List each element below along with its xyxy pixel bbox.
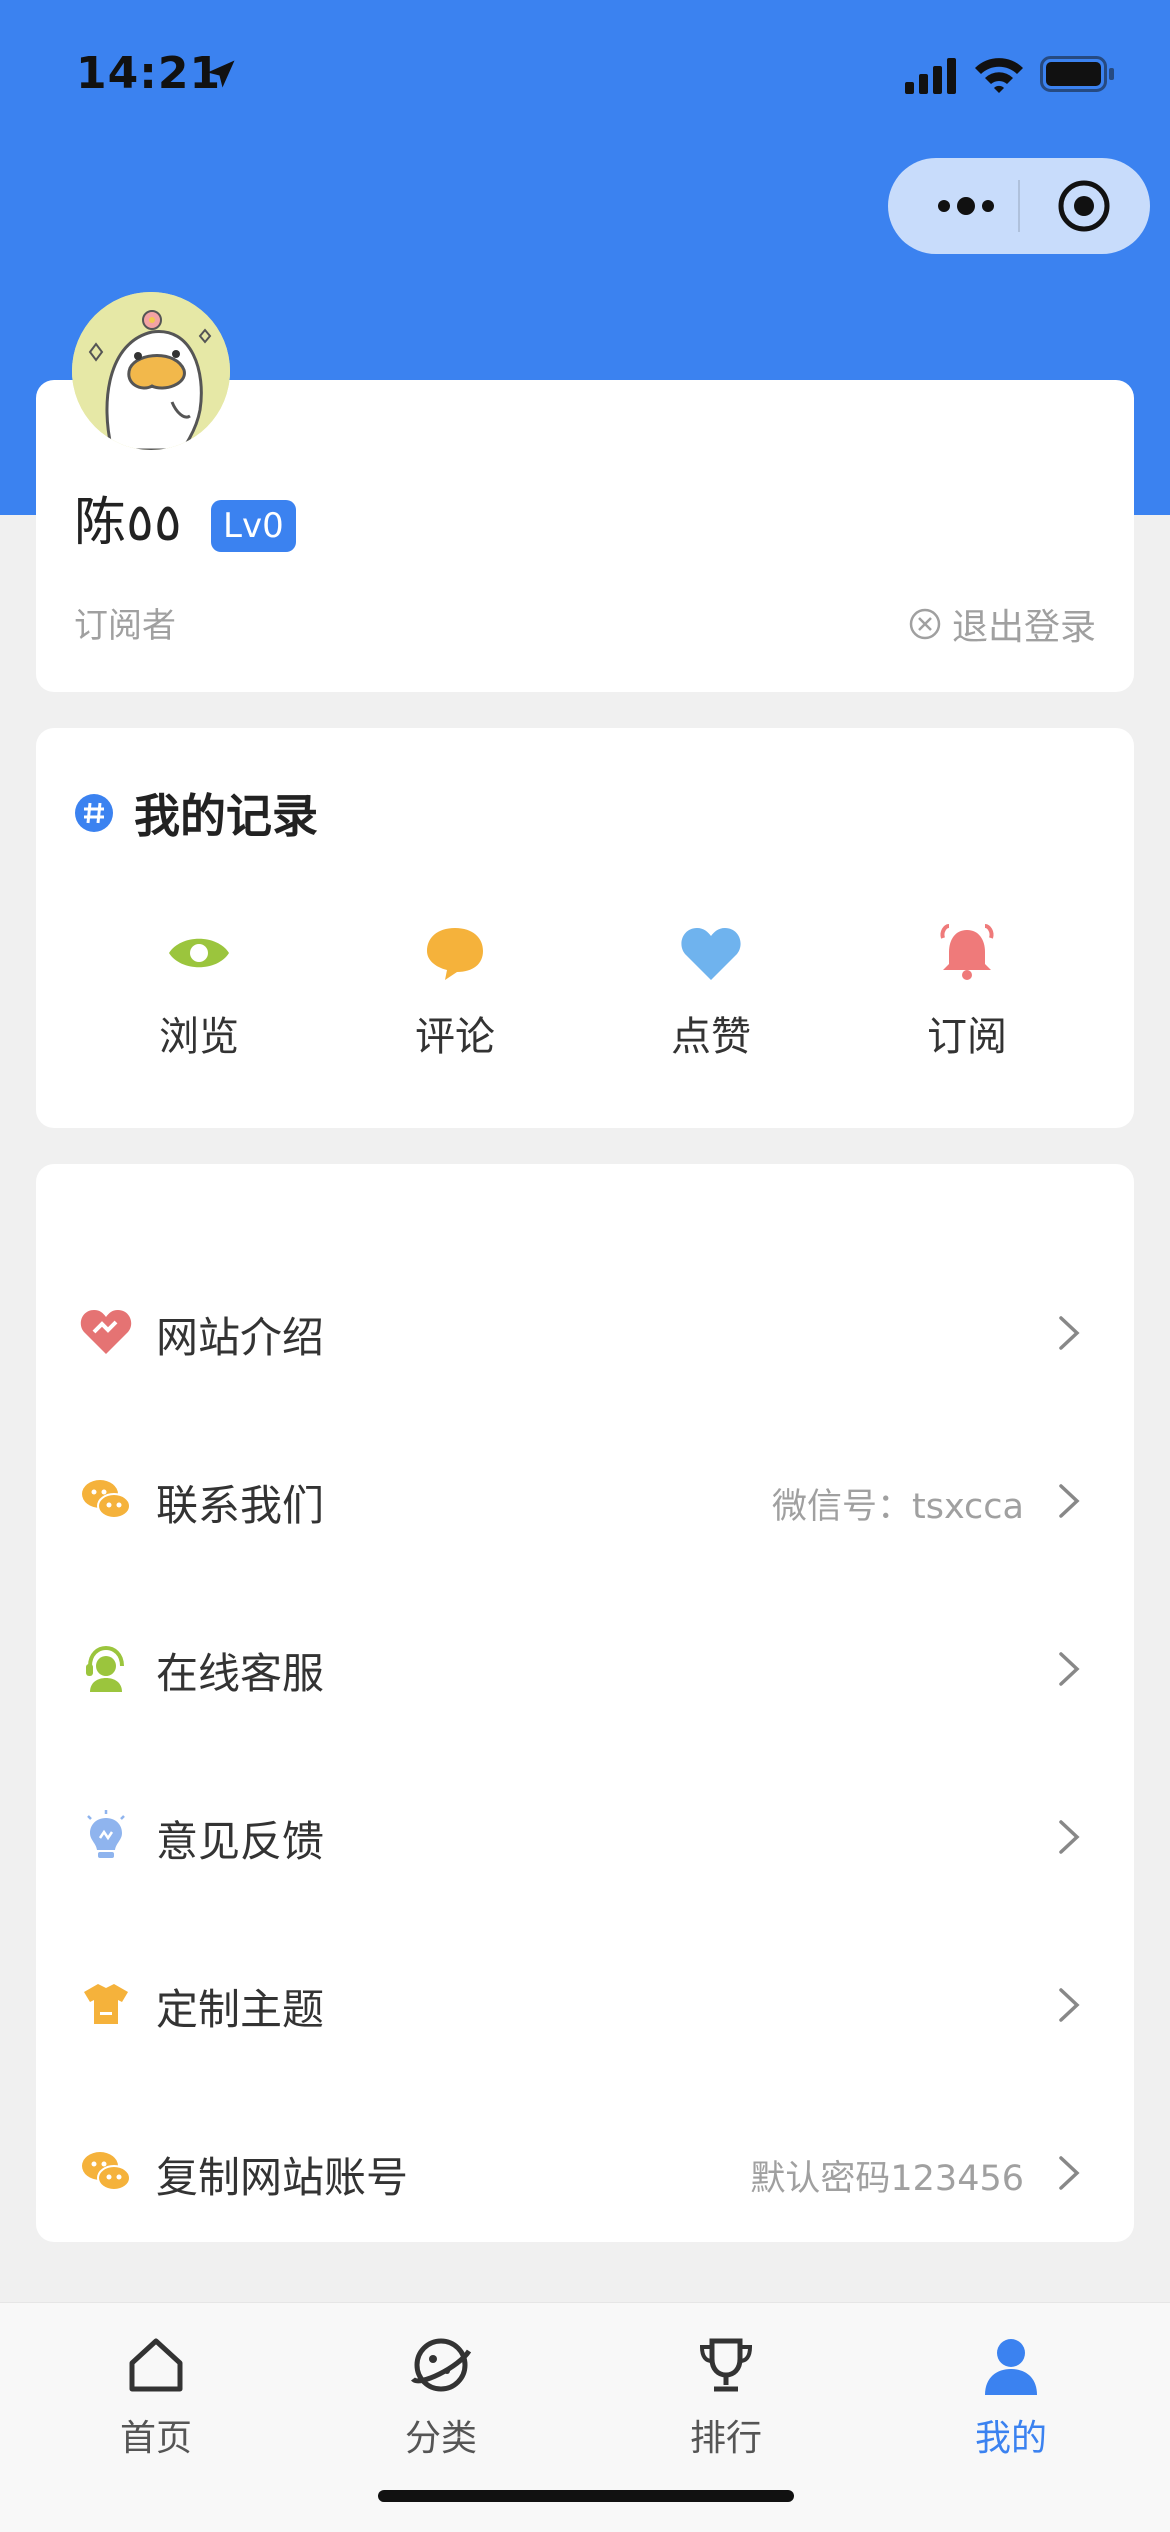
- user-icon: [985, 2339, 1037, 2395]
- status-bar: 14:21: [0, 0, 1170, 150]
- chevron-right-icon: [1059, 1484, 1080, 1518]
- hashtag-icon: [75, 794, 113, 832]
- wechat-id: 微信号：tsxcca: [772, 1487, 1024, 1527]
- avatar[interactable]: [72, 292, 230, 450]
- cellular-signal-icon: [905, 58, 956, 94]
- status-time: 14:21: [76, 48, 222, 99]
- chevron-right-icon: [1059, 1316, 1080, 1350]
- record-item-subscribe[interactable]: 订阅: [877, 924, 1057, 1062]
- logout-label: 退出登录: [951, 607, 1096, 648]
- chevron-right-icon: [1059, 1652, 1080, 1686]
- default-password: 默认密码123456: [750, 2159, 1024, 2199]
- battery-icon: [1040, 56, 1114, 92]
- trophy-icon: [699, 2338, 753, 2392]
- tab-mine[interactable]: 我的: [921, 2333, 1101, 2461]
- capsule-divider: [1018, 180, 1020, 232]
- comment-icon: [427, 928, 483, 980]
- menu-label: 意见反馈: [156, 1817, 325, 1866]
- customer-service-icon: [86, 1645, 124, 1692]
- menu-card: 网站介绍 联系我们 微信号：tsxcca 在线客服 意见反馈 定制主题 复制网站…: [36, 1164, 1134, 2242]
- record-label: 点赞: [671, 1014, 751, 1060]
- chevron-right-icon: [1059, 1820, 1080, 1854]
- tshirt-icon: [84, 1984, 128, 2024]
- records-grid: 浏览 评论 点赞 订阅: [36, 924, 1134, 1084]
- home-icon: [129, 2338, 183, 2392]
- close-circle-icon: [909, 608, 941, 640]
- menu-item-feedback[interactable]: 意见反馈: [36, 1786, 1134, 1886]
- tab-label: 分类: [404, 2418, 477, 2459]
- username: 陈٥٥: [74, 493, 182, 553]
- user-role: 订阅者: [74, 606, 176, 646]
- menu-label: 定制主题: [156, 1985, 325, 2034]
- duck-avatar-icon: [72, 292, 230, 450]
- menu-item-copy-account[interactable]: 复制网站账号 默认密码123456: [36, 2122, 1134, 2222]
- heart-icon: [681, 928, 741, 980]
- record-label: 浏览: [159, 1014, 239, 1060]
- records-card: 我的记录 浏览 评论 点赞 订阅: [36, 728, 1134, 1128]
- menu-item-site-intro[interactable]: 网站介绍: [36, 1282, 1134, 1382]
- tab-home[interactable]: 首页: [66, 2333, 246, 2461]
- menu-label: 在线客服: [156, 1649, 325, 1698]
- logout-button[interactable]: 退出登录: [908, 598, 1096, 650]
- wifi-icon: [975, 58, 1023, 93]
- miniprogram-capsule: [888, 158, 1150, 254]
- heart-handshake-icon: [80, 1310, 132, 1354]
- wechat-icon: [82, 1480, 131, 1519]
- menu-label: 网站介绍: [156, 1313, 325, 1362]
- home-indicator: [378, 2490, 794, 2502]
- records-title: 我的记录: [74, 780, 318, 846]
- lightbulb-icon: [87, 1810, 125, 1858]
- eye-icon: [169, 938, 229, 968]
- level-badge: Lv0: [211, 500, 296, 552]
- record-item-browse[interactable]: 浏览: [109, 924, 289, 1062]
- records-title-text: 我的记录: [134, 789, 318, 843]
- record-item-like[interactable]: 点赞: [621, 924, 801, 1062]
- tab-label: 我的: [974, 2418, 1047, 2459]
- more-icon[interactable]: [934, 188, 998, 224]
- tab-label: 排行: [689, 2418, 762, 2459]
- location-arrow-icon: [207, 60, 235, 88]
- record-item-comment[interactable]: 评论: [365, 924, 545, 1062]
- record-label: 订阅: [927, 1014, 1007, 1060]
- tab-label: 首页: [119, 2418, 192, 2459]
- menu-label: 复制网站账号: [156, 2153, 409, 2202]
- chevron-right-icon: [1059, 1988, 1080, 2022]
- planet-icon: [411, 2338, 472, 2392]
- bell-icon: [940, 924, 994, 980]
- tab-ranking[interactable]: 排行: [636, 2333, 816, 2461]
- menu-label: 联系我们: [156, 1481, 325, 1530]
- menu-item-custom-theme[interactable]: 定制主题: [36, 1954, 1134, 2054]
- menu-item-online-service[interactable]: 在线客服: [36, 1618, 1134, 1718]
- tab-category[interactable]: 分类: [351, 2333, 531, 2461]
- close-miniprogram-icon[interactable]: [1056, 178, 1112, 234]
- record-label: 评论: [415, 1014, 495, 1060]
- menu-item-contact-us[interactable]: 联系我们 微信号：tsxcca: [36, 1450, 1134, 1550]
- chevron-right-icon: [1059, 2156, 1080, 2190]
- wechat-icon: [82, 2152, 131, 2191]
